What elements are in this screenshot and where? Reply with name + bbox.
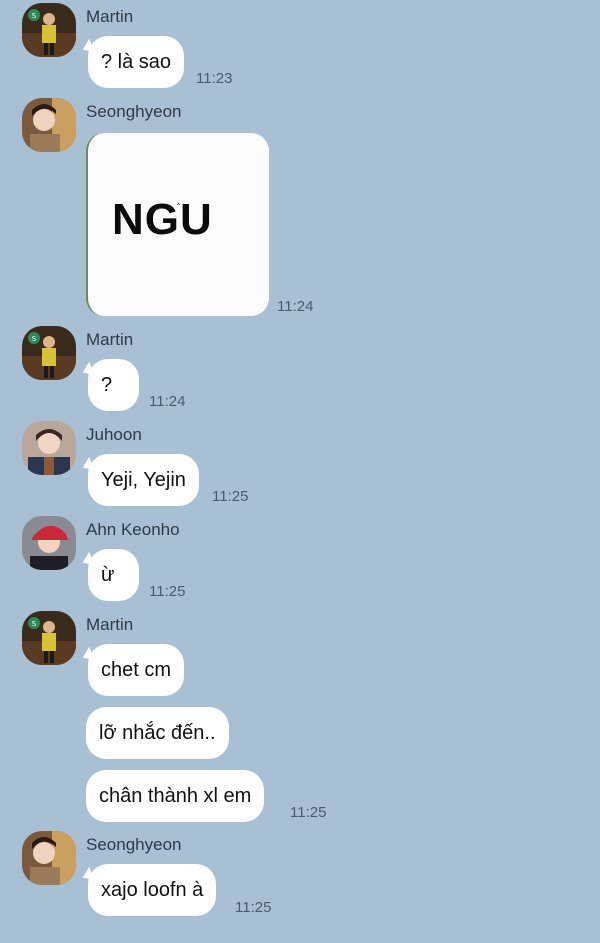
sticker-image[interactable]: NGU ˆ — [86, 133, 269, 316]
sticker-text: NGU — [112, 195, 213, 244]
message-bubble[interactable]: ? là sao — [88, 36, 185, 88]
message-bubble[interactable]: xajo loofn à — [88, 864, 217, 916]
avatar-martin-icon[interactable]: S — [22, 3, 76, 57]
avatar-keonho-icon[interactable] — [22, 516, 76, 570]
message-bubble[interactable]: Yeji, Yejin — [88, 454, 199, 506]
message-time: 11:25 — [235, 899, 272, 916]
sender-name: Juhoon — [86, 425, 142, 444]
message-time: 11:24 — [277, 298, 314, 315]
avatar-seonghyeon-icon[interactable] — [22, 98, 76, 152]
message-bubble[interactable]: lỡ nhắc đến.. — [86, 707, 229, 759]
sender-name: Martin — [86, 330, 134, 349]
avatar-martin-icon[interactable]: S — [22, 611, 76, 665]
sticker-accent: ˆ — [176, 203, 181, 214]
sender-name: Ahn Keonho — [86, 520, 180, 539]
avatar-seonghyeon-icon[interactable] — [22, 831, 76, 885]
sender-name: Martin — [86, 615, 134, 634]
message-bubble[interactable]: ừ — [88, 549, 139, 601]
sender-name: Martin — [86, 7, 134, 26]
svg-text:S: S — [32, 335, 37, 343]
message-time: 11:25 — [290, 804, 327, 821]
message-bubble[interactable]: ? — [88, 359, 139, 411]
message-bubble[interactable]: chet cm — [88, 644, 185, 696]
avatar-juhoon-icon[interactable] — [22, 421, 76, 475]
sender-name: Seonghyeon — [86, 835, 182, 854]
svg-text:S: S — [32, 12, 37, 20]
message-time: 11:24 — [149, 393, 186, 410]
message-time: 11:25 — [212, 488, 249, 505]
message-time: 11:23 — [196, 70, 233, 87]
avatar-martin-icon[interactable]: S — [22, 326, 76, 380]
message-time: 11:25 — [149, 583, 186, 600]
message-bubble[interactable]: chân thành xl em — [86, 770, 265, 822]
sender-name: Seonghyeon — [86, 102, 182, 121]
svg-text:S: S — [32, 620, 37, 628]
